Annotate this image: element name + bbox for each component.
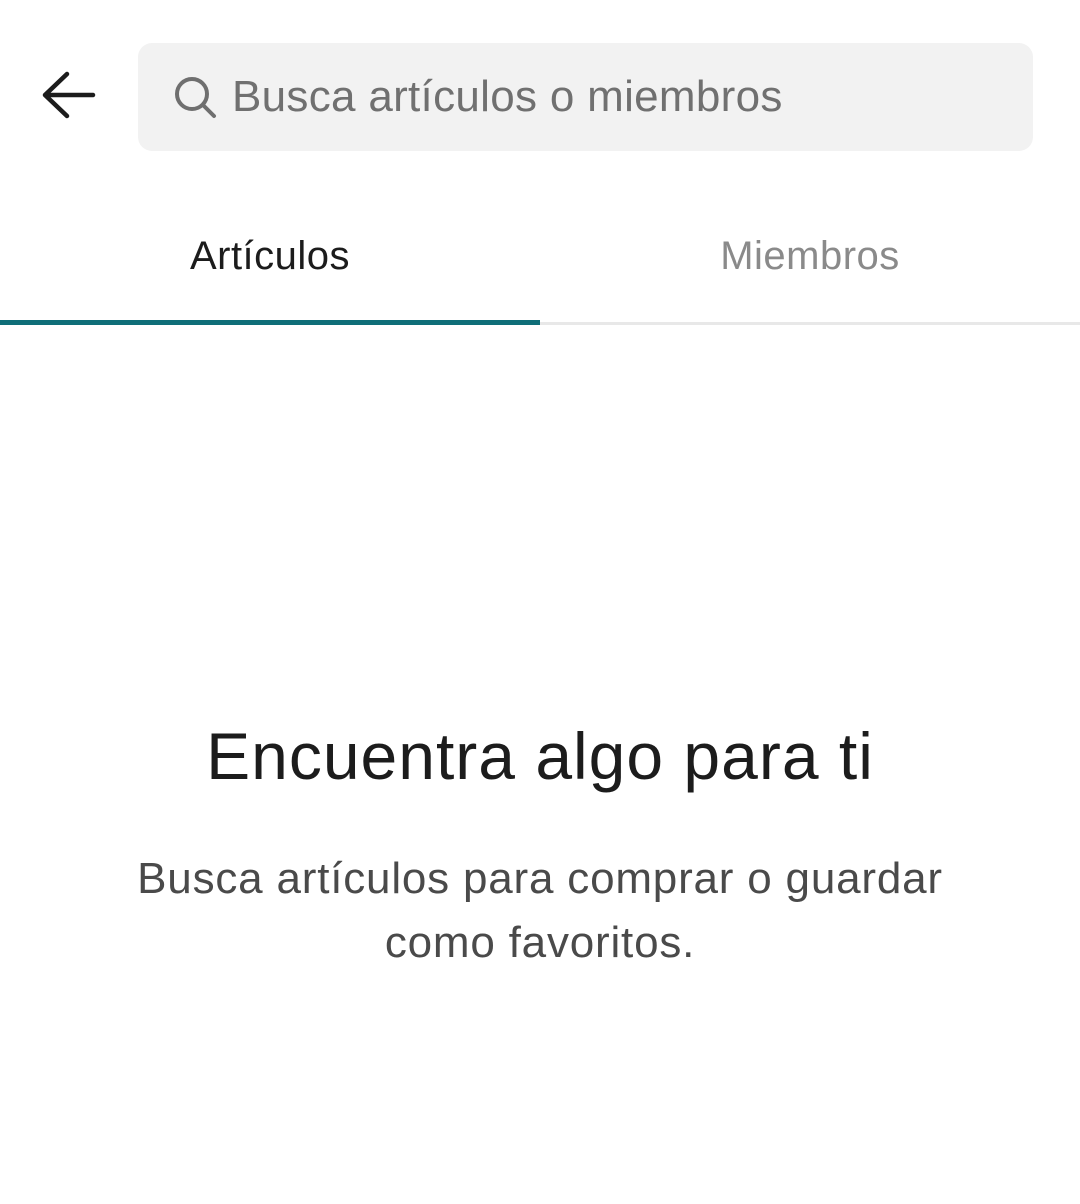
arrow-left-icon	[41, 70, 97, 125]
search-icon	[172, 74, 218, 120]
top-bar	[0, 0, 1080, 190]
tab-label: Artículos	[189, 233, 351, 278]
back-button[interactable]	[30, 58, 108, 136]
empty-state: Encuentra algo para ti Busca artículos p…	[0, 715, 1080, 975]
search-bar[interactable]	[138, 43, 1033, 151]
search-screen: Artículos Miembros Encuentra algo para t…	[0, 0, 1080, 1204]
search-input[interactable]	[232, 72, 1012, 122]
tab-articulos[interactable]: Artículos	[0, 190, 540, 325]
tab-miembros[interactable]: Miembros	[540, 190, 1080, 322]
empty-state-title: Encuentra algo para ti	[206, 719, 874, 793]
empty-state-description: Busca artículos para comprar o guardar c…	[137, 854, 943, 967]
tab-label: Miembros	[720, 233, 900, 278]
tab-bar: Artículos Miembros	[0, 190, 1080, 325]
active-tab-indicator	[0, 320, 540, 325]
